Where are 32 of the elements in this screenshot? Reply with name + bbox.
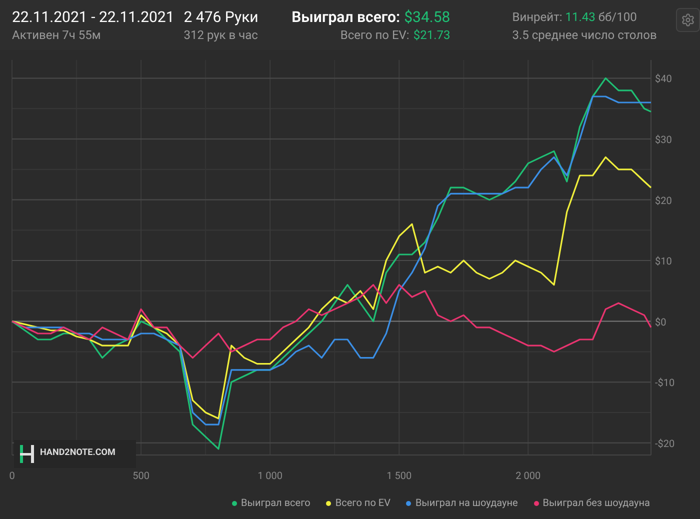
logo-text: HAND2NOTE.COM: [40, 447, 116, 460]
y-tick-label: -$10: [655, 378, 675, 390]
x-tick-label: 2 000: [516, 471, 541, 482]
legend-label: Всего по EV: [335, 497, 390, 511]
hands-count: 2 476 Руки: [184, 8, 260, 27]
winrate-value: 11.43: [565, 9, 596, 26]
average-tables: 3.5 среднее число столов: [512, 27, 660, 44]
active-time: Активен 7ч 55м: [12, 27, 102, 44]
ev-total-label: Всего по EV:: [340, 27, 410, 44]
date-range: 22.11.2021 - 22.11.2021: [12, 8, 176, 27]
y-tick-label: $20: [655, 196, 672, 207]
y-tick-label: $10: [655, 256, 672, 268]
winrate-label: Винрейт:: [512, 9, 562, 26]
y-tick-label: $30: [655, 135, 672, 146]
x-tick-label: 1 500: [386, 471, 412, 482]
ev-total-value: $21.73: [413, 27, 450, 44]
legend-label: Выиграл всего: [241, 497, 310, 511]
x-tick-label: 500: [132, 471, 150, 482]
x-tick-label: 0: [9, 471, 15, 482]
legend-label: Выиграл на шоудауне: [415, 497, 518, 511]
y-tick-label: $40: [655, 74, 672, 86]
settings-icon: [681, 13, 696, 27]
hands-per-hour: 312 рук в час: [184, 27, 259, 44]
x-tick-label: 1 000: [258, 471, 283, 482]
y-tick-label: $0: [655, 317, 666, 328]
won-total-value: $34.58: [404, 8, 450, 27]
settings-button[interactable]: [676, 8, 700, 32]
legend-label: Выиграл без шоудауна: [542, 497, 650, 511]
winrate-unit: бб/100: [598, 9, 637, 26]
logo-icon: [20, 445, 34, 463]
won-total-label: Выиграл всего:: [292, 8, 400, 27]
y-tick-label: -$20: [655, 438, 675, 450]
